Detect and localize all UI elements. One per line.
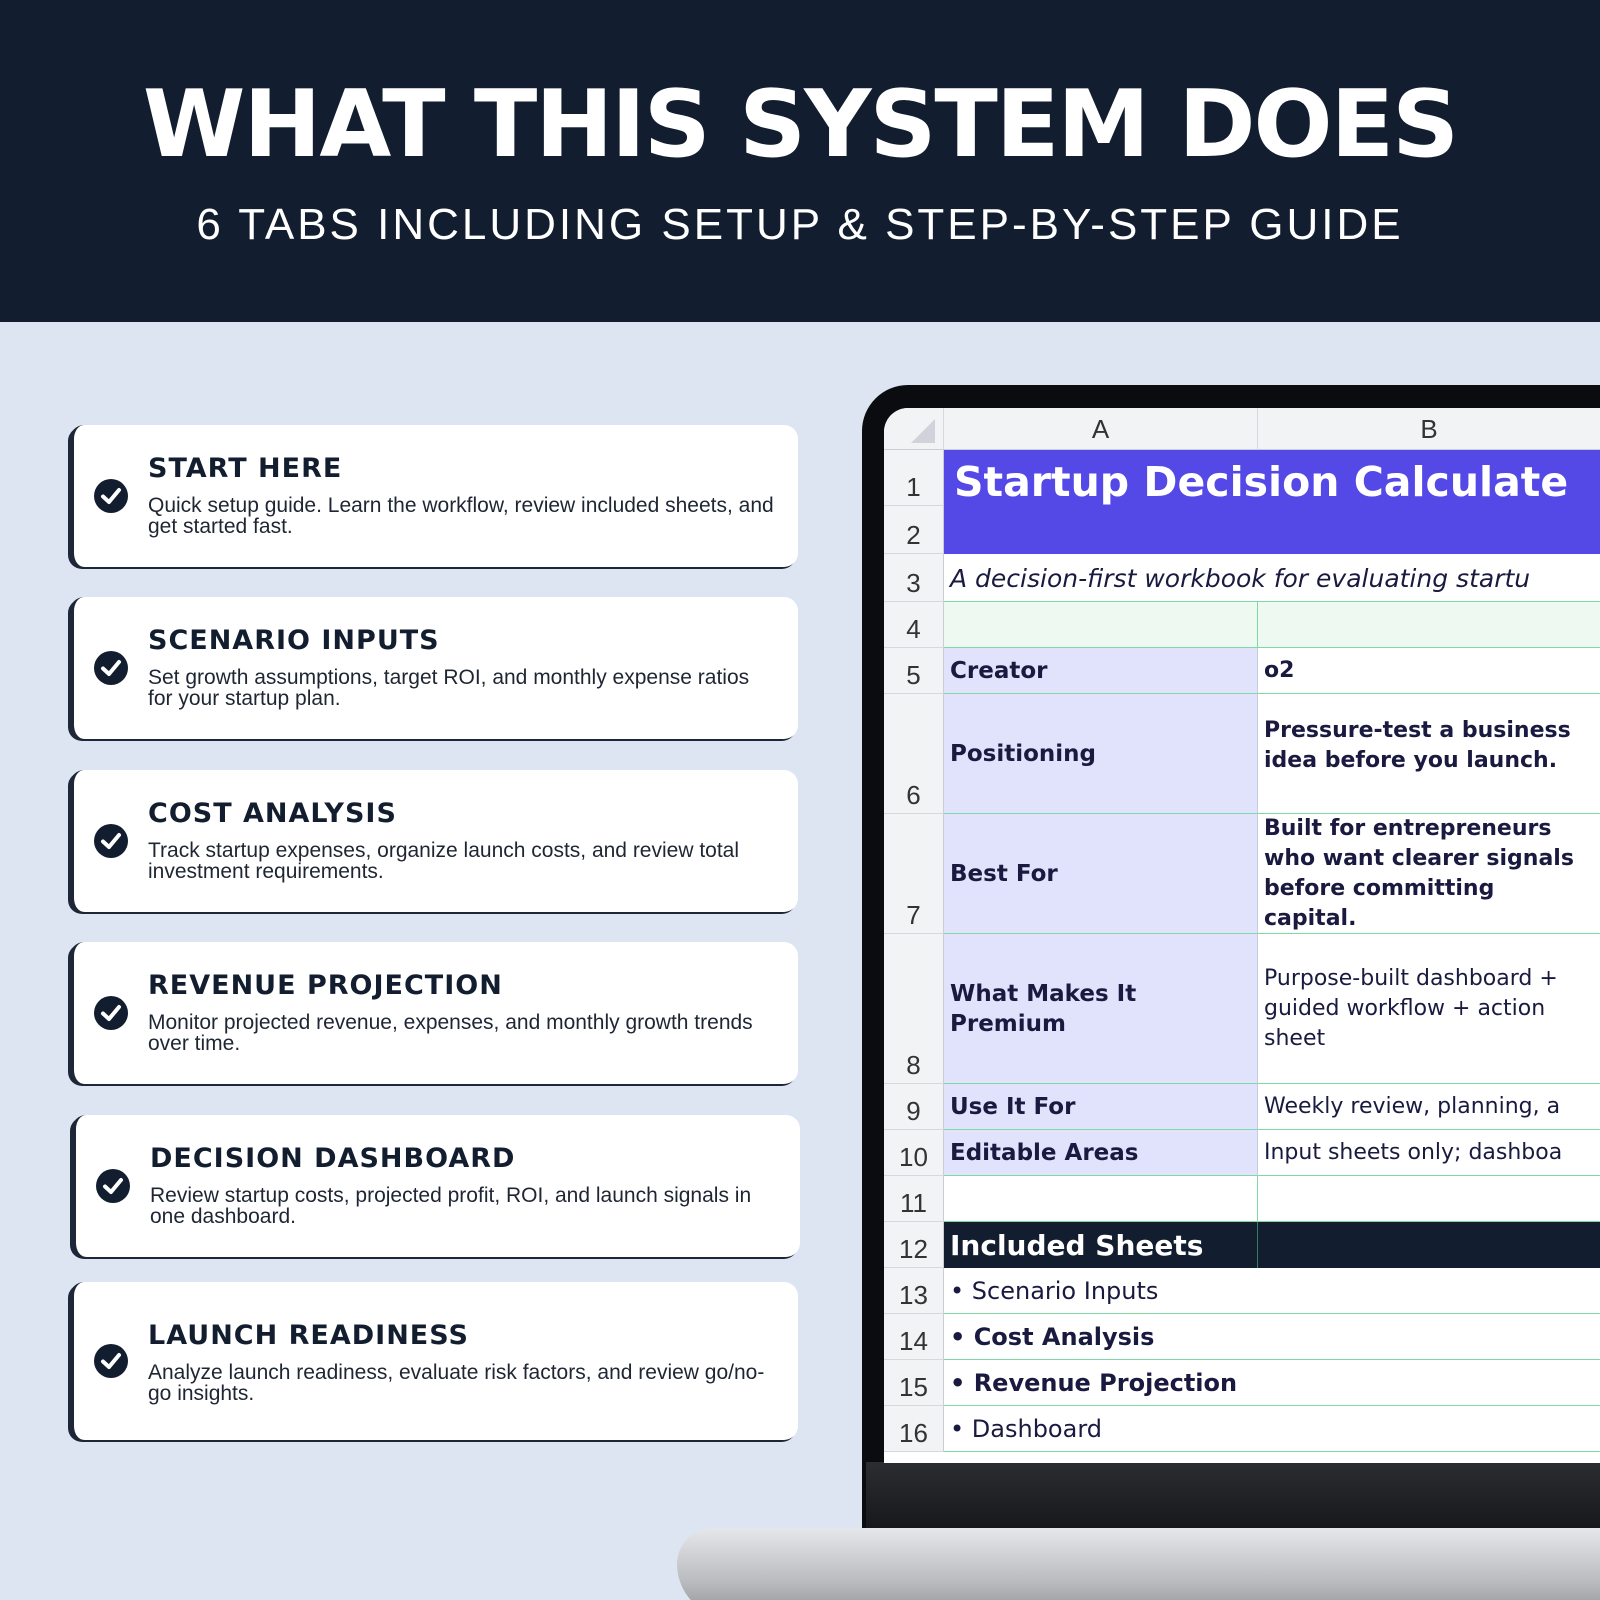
checkmark-icon <box>94 824 128 858</box>
field-value-use-it-for[interactable]: Weekly review, planning, a <box>1258 1084 1600 1130</box>
empty-cell[interactable] <box>944 1176 1258 1222</box>
empty-cell[interactable] <box>1258 1176 1600 1222</box>
empty-cell[interactable] <box>1258 602 1600 648</box>
page-subtitle: 6 TABS INCLUDING SETUP & STEP-BY-STEP GU… <box>196 200 1404 249</box>
empty-cell[interactable] <box>944 602 1258 648</box>
row-header[interactable]: 5 <box>884 648 944 694</box>
feature-title: COST ANALYSIS <box>148 798 397 829</box>
row-header[interactable]: 8 <box>884 934 944 1084</box>
feature-title: DECISION DASHBOARD <box>150 1143 516 1174</box>
column-header-a[interactable]: A <box>944 408 1258 450</box>
feature-card-scenario-inputs: SCENARIO INPUTS Set growth assumptions, … <box>70 597 798 739</box>
sheet-title-cell[interactable]: Startup Decision Calculate <box>944 450 1600 554</box>
checkmark-icon <box>94 1344 128 1378</box>
field-label-creator[interactable]: Creator <box>944 648 1258 694</box>
field-label-positioning[interactable]: Positioning <box>944 694 1258 814</box>
sheet-subtitle[interactable]: A decision-first workbook for evaluating… <box>944 554 1600 602</box>
field-value-best-for[interactable]: Built for entrepreneurs who want clearer… <box>1258 814 1600 934</box>
included-sheets-header[interactable]: Included Sheets <box>944 1222 1258 1268</box>
row-header[interactable]: 2 <box>884 506 944 554</box>
feature-title: SCENARIO INPUTS <box>148 625 440 656</box>
feature-title: LAUNCH READINESS <box>148 1320 469 1351</box>
field-label-premium[interactable]: What Makes It Premium <box>944 934 1258 1084</box>
row-header[interactable]: 15 <box>884 1360 944 1406</box>
field-value-creator[interactable]: o2 <box>1258 648 1600 694</box>
checkmark-icon <box>94 479 128 513</box>
laptop-hinge <box>866 1462 1600 1528</box>
feature-description: Track startup expenses, organize launch … <box>148 839 740 883</box>
feature-card-revenue-projection: REVENUE PROJECTION Monitor projected rev… <box>70 942 798 1084</box>
row-header[interactable]: 9 <box>884 1084 944 1130</box>
feature-card-launch-readiness: LAUNCH READINESS Analyze launch readines… <box>70 1282 798 1440</box>
feature-card-start-here: START HERE Quick setup guide. Learn the … <box>70 425 798 567</box>
included-sheet-item[interactable]: • Cost Analysis <box>944 1314 1600 1360</box>
laptop-base <box>677 1528 1600 1600</box>
row-header[interactable]: 16 <box>884 1406 944 1452</box>
spreadsheet-screen: A B 1 2 3 4 5 6 7 8 9 10 11 12 13 14 15 … <box>884 408 1600 1463</box>
row-header[interactable]: 12 <box>884 1222 944 1268</box>
section-header-fill[interactable] <box>1258 1222 1600 1268</box>
field-label-editable-areas[interactable]: Editable Areas <box>944 1130 1258 1176</box>
select-all-corner[interactable] <box>884 408 944 450</box>
row-header[interactable]: 4 <box>884 602 944 648</box>
field-value-premium[interactable]: Purpose-built dashboard + guided workflo… <box>1258 934 1600 1084</box>
feature-description: Analyze launch readiness, evaluate risk … <box>148 1361 765 1405</box>
included-sheet-item[interactable]: • Revenue Projection <box>944 1360 1600 1406</box>
page-title: WHAT THIS SYSTEM DOES <box>142 70 1459 178</box>
checkmark-icon <box>94 651 128 685</box>
row-header[interactable]: 10 <box>884 1130 944 1176</box>
feature-title: START HERE <box>148 453 343 484</box>
checkmark-icon <box>94 996 128 1030</box>
field-label-best-for[interactable]: Best For <box>944 814 1258 934</box>
row-header[interactable]: 6 <box>884 694 944 814</box>
feature-description: Review startup costs, projected profit, … <box>150 1184 752 1228</box>
included-sheet-item[interactable]: • Dashboard <box>944 1406 1600 1452</box>
feature-description: Quick setup guide. Learn the workflow, r… <box>148 494 774 538</box>
row-header[interactable]: 1 <box>884 450 944 506</box>
row-header[interactable]: 11 <box>884 1176 944 1222</box>
checkmark-icon <box>96 1169 130 1203</box>
feature-description: Monitor projected revenue, expenses, and… <box>148 1011 753 1055</box>
field-value-positioning[interactable]: Pressure-test a business idea before you… <box>1258 694 1600 814</box>
feature-title: REVENUE PROJECTION <box>148 970 503 1001</box>
included-sheet-item[interactable]: • Scenario Inputs <box>944 1268 1600 1314</box>
feature-description: Set growth assumptions, target ROI, and … <box>148 666 750 710</box>
field-label-use-it-for[interactable]: Use It For <box>944 1084 1258 1130</box>
row-header[interactable]: 13 <box>884 1268 944 1314</box>
field-value-editable-areas[interactable]: Input sheets only; dashboa <box>1258 1130 1600 1176</box>
column-header-b[interactable]: B <box>1258 408 1600 450</box>
feature-card-cost-analysis: COST ANALYSIS Track startup expenses, or… <box>70 770 798 912</box>
row-header[interactable]: 3 <box>884 554 944 602</box>
row-header[interactable]: 14 <box>884 1314 944 1360</box>
sheet-title: Startup Decision Calculate <box>954 458 1569 506</box>
header-banner: WHAT THIS SYSTEM DOES 6 TABS INCLUDING S… <box>0 0 1600 322</box>
row-header[interactable]: 7 <box>884 814 944 934</box>
feature-card-decision-dashboard: DECISION DASHBOARD Review startup costs,… <box>72 1115 800 1257</box>
